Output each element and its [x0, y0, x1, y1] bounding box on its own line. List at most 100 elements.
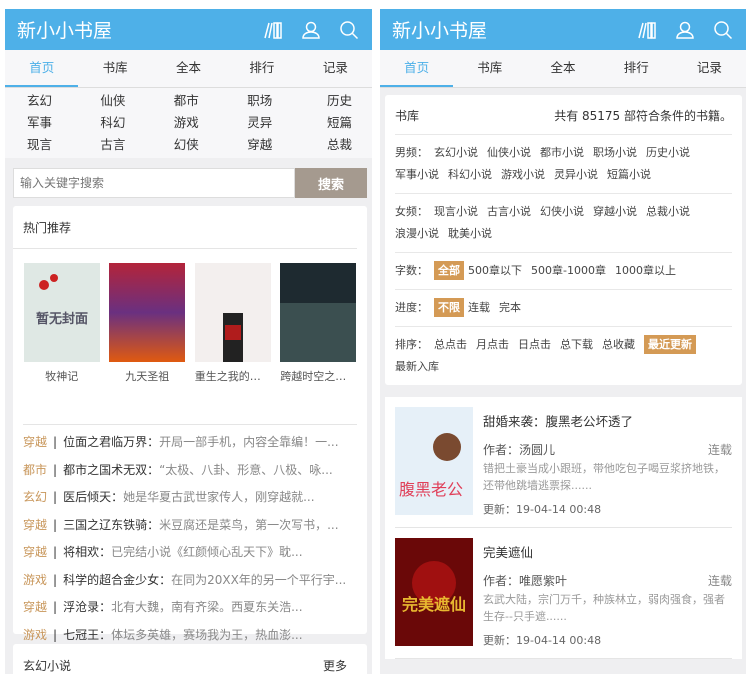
sort-option[interactable]: 总收藏: [602, 338, 635, 351]
sort-option-selected[interactable]: 最近更新: [644, 335, 696, 354]
more-link[interactable]: 更多: [323, 657, 347, 674]
app-header: 新小小书屋: [5, 9, 372, 50]
book-cover: [280, 263, 357, 362]
book-item[interactable]: 暂无封面 牧神记: [23, 263, 100, 384]
site-title[interactable]: 新小小书屋: [392, 16, 620, 43]
library-screen: 新小小书屋 首页 书库 全本 排行 记录 书库 共有 85175 部符合条件的书籍…: [380, 9, 746, 674]
filter-option-selected[interactable]: 全部: [434, 261, 464, 280]
search-icon[interactable]: [712, 19, 734, 41]
site-title[interactable]: 新小小书屋: [17, 16, 246, 43]
filter-option[interactable]: 总裁小说: [646, 205, 690, 218]
tab-history[interactable]: 记录: [299, 50, 372, 87]
filter-option[interactable]: 历史小说: [646, 146, 690, 159]
book-cover: 腹黑老公: [395, 407, 473, 515]
list-item[interactable]: 穿越 | 位面之君临万界：开局一部手机，内容全靠编！一...: [23, 429, 357, 457]
section-header: 热门推荐: [13, 206, 357, 249]
filter-option[interactable]: 1000章以上: [615, 264, 676, 277]
book-result[interactable]: 完美遮仙 完美遮仙 作者：唯愿紫叶 连载 玄武大陆，宗门万千，种族林立，弱肉强食，强者…: [395, 528, 732, 659]
book-item[interactable]: 九天圣祖: [109, 263, 186, 384]
filter-option[interactable]: 科幻小说: [448, 168, 492, 181]
sort-option[interactable]: 月点击: [476, 338, 509, 351]
section-title: 玄幻小说: [23, 659, 72, 673]
sort-option[interactable]: 最新入库: [395, 360, 439, 373]
book-cover: 完美遮仙: [395, 538, 473, 646]
category-link[interactable]: 幻侠: [152, 135, 225, 155]
filter-option[interactable]: 仙侠小说: [487, 146, 531, 159]
app-header: 新小小书屋: [380, 9, 746, 50]
sort-option[interactable]: 总点击: [434, 338, 467, 351]
category-link[interactable]: 都市: [152, 91, 225, 111]
book-item[interactable]: 跨越时空之神...: [280, 263, 357, 384]
filter-option[interactable]: 500章-1000章: [531, 264, 606, 277]
search-icon[interactable]: [338, 19, 360, 41]
tab-home[interactable]: 首页: [380, 50, 454, 87]
tab-home[interactable]: 首页: [5, 50, 79, 87]
tab-ranking[interactable]: 排行: [600, 50, 673, 87]
filter-option[interactable]: 500章以下: [468, 264, 522, 277]
book-cover: [109, 263, 186, 362]
book-result[interactable]: 腹黑老公 甜婚来袭：腹黑老公坏透了 作者：汤圆儿 连载 错把土豪当成小跟班，带他吃包子…: [395, 397, 732, 528]
home-screen: 新小小书屋 首页 书库 全本 排行 记录 玄幻 仙侠 都市 职场 历史 军事 科…: [5, 9, 372, 674]
user-icon[interactable]: [674, 19, 696, 41]
category-link[interactable]: 游戏: [152, 113, 225, 133]
category-link[interactable]: 玄幻: [5, 91, 78, 111]
category-link[interactable]: 古言: [78, 135, 151, 155]
tab-library[interactable]: 书库: [453, 50, 526, 87]
search-button[interactable]: 搜索: [295, 168, 367, 198]
list-item[interactable]: 玄幻 | 医后倾天：她是华夏古武世家传人，刚穿越就...: [23, 484, 357, 512]
book-cover: 暂无封面: [23, 263, 100, 362]
category-link[interactable]: 科幻: [78, 113, 151, 133]
progress-filter: 进度： 不限 连载 完本: [395, 290, 732, 327]
category-link[interactable]: 职场: [225, 91, 298, 111]
category-link[interactable]: 短篇: [299, 113, 372, 133]
category-link[interactable]: 历史: [299, 91, 372, 111]
list-item[interactable]: 穿越 | 三国之辽东铁骑：米豆腐还是菜鸟，第一次写书，...: [23, 512, 357, 540]
filter-option[interactable]: 游戏小说: [501, 168, 545, 181]
filter-option-selected[interactable]: 不限: [434, 298, 464, 317]
words-filter: 字数： 全部 500章以下 500章-1000章 1000章以上: [395, 253, 732, 290]
category-link[interactable]: 穿越: [225, 135, 298, 155]
category-link[interactable]: 仙侠: [78, 91, 151, 111]
bookshelf-icon[interactable]: [636, 19, 658, 41]
filter-option[interactable]: 完本: [499, 301, 521, 314]
filter-option[interactable]: 都市小说: [540, 146, 584, 159]
category-link[interactable]: 现言: [5, 135, 78, 155]
filter-option[interactable]: 连载: [468, 301, 490, 314]
tab-library[interactable]: 书库: [78, 50, 151, 87]
category-link[interactable]: 军事: [5, 113, 78, 133]
tab-ranking[interactable]: 排行: [225, 50, 298, 87]
filter-option[interactable]: 现言小说: [434, 205, 478, 218]
filter-option[interactable]: 军事小说: [395, 168, 439, 181]
category-link[interactable]: 总裁: [299, 135, 372, 155]
filter-option[interactable]: 短篇小说: [607, 168, 651, 181]
list-item[interactable]: 游戏 | 科学的超合金少女：在同为20XX年的另一个平行宇...: [23, 567, 357, 595]
filter-option[interactable]: 穿越小说: [593, 205, 637, 218]
list-item[interactable]: 穿越 | 将相欢：已完结小说《红颜倾心乱天下》耽...: [23, 539, 357, 567]
list-item[interactable]: 都市 | 都市之国术无双：“太极、八卦、形意、八极、咏...: [23, 457, 357, 485]
hot-recommend-card: 热门推荐 暂无封面 牧神记 九天圣祖 重生之我的兄... 跨越时空之神... 穿越…: [13, 206, 367, 642]
library-title: 书库: [395, 109, 420, 123]
filter-option[interactable]: 耽美小说: [448, 227, 492, 240]
filter-option[interactable]: 幻侠小说: [540, 205, 584, 218]
search-input[interactable]: [13, 168, 295, 198]
filter-option[interactable]: 古言小说: [487, 205, 531, 218]
tab-complete[interactable]: 全本: [152, 50, 225, 87]
filter-option[interactable]: 灵异小说: [554, 168, 598, 181]
list-item[interactable]: 穿越 | 浮沧录：北有大魏，南有齐梁。西夏东关浩...: [23, 594, 357, 622]
user-icon[interactable]: [300, 19, 322, 41]
svg-text:暂无封面: 暂无封面: [36, 311, 88, 327]
sort-option[interactable]: 日点击: [518, 338, 551, 351]
category-link[interactable]: 灵异: [225, 113, 298, 133]
male-filter: 男频： 玄幻小说 仙侠小说 都市小说 职场小说 历史小说 军事小说 科幻小说 游戏小说 灵异小说短…: [395, 135, 732, 194]
sort-option[interactable]: 总下载: [560, 338, 593, 351]
category-grid: 玄幻 仙侠 都市 职场 历史 军事 科幻 游戏 灵异 短篇 现言 古言 幻侠 穿…: [5, 88, 372, 158]
bookshelf-icon[interactable]: [262, 19, 284, 41]
tab-complete[interactable]: 全本: [526, 50, 599, 87]
main-nav: 首页 书库 全本 排行 记录: [380, 50, 746, 88]
filter-option[interactable]: 职场小说: [593, 146, 637, 159]
filter-option[interactable]: 玄幻小说: [434, 146, 478, 159]
tab-history[interactable]: 记录: [673, 50, 746, 87]
book-item[interactable]: 重生之我的兄...: [194, 263, 271, 384]
filter-option[interactable]: 浪漫小说: [395, 227, 439, 240]
book-results: 腹黑老公 甜婚来袭：腹黑老公坏透了 作者：汤圆儿 连载 错把土豪当成小跟班，带他吃包子…: [385, 397, 742, 659]
